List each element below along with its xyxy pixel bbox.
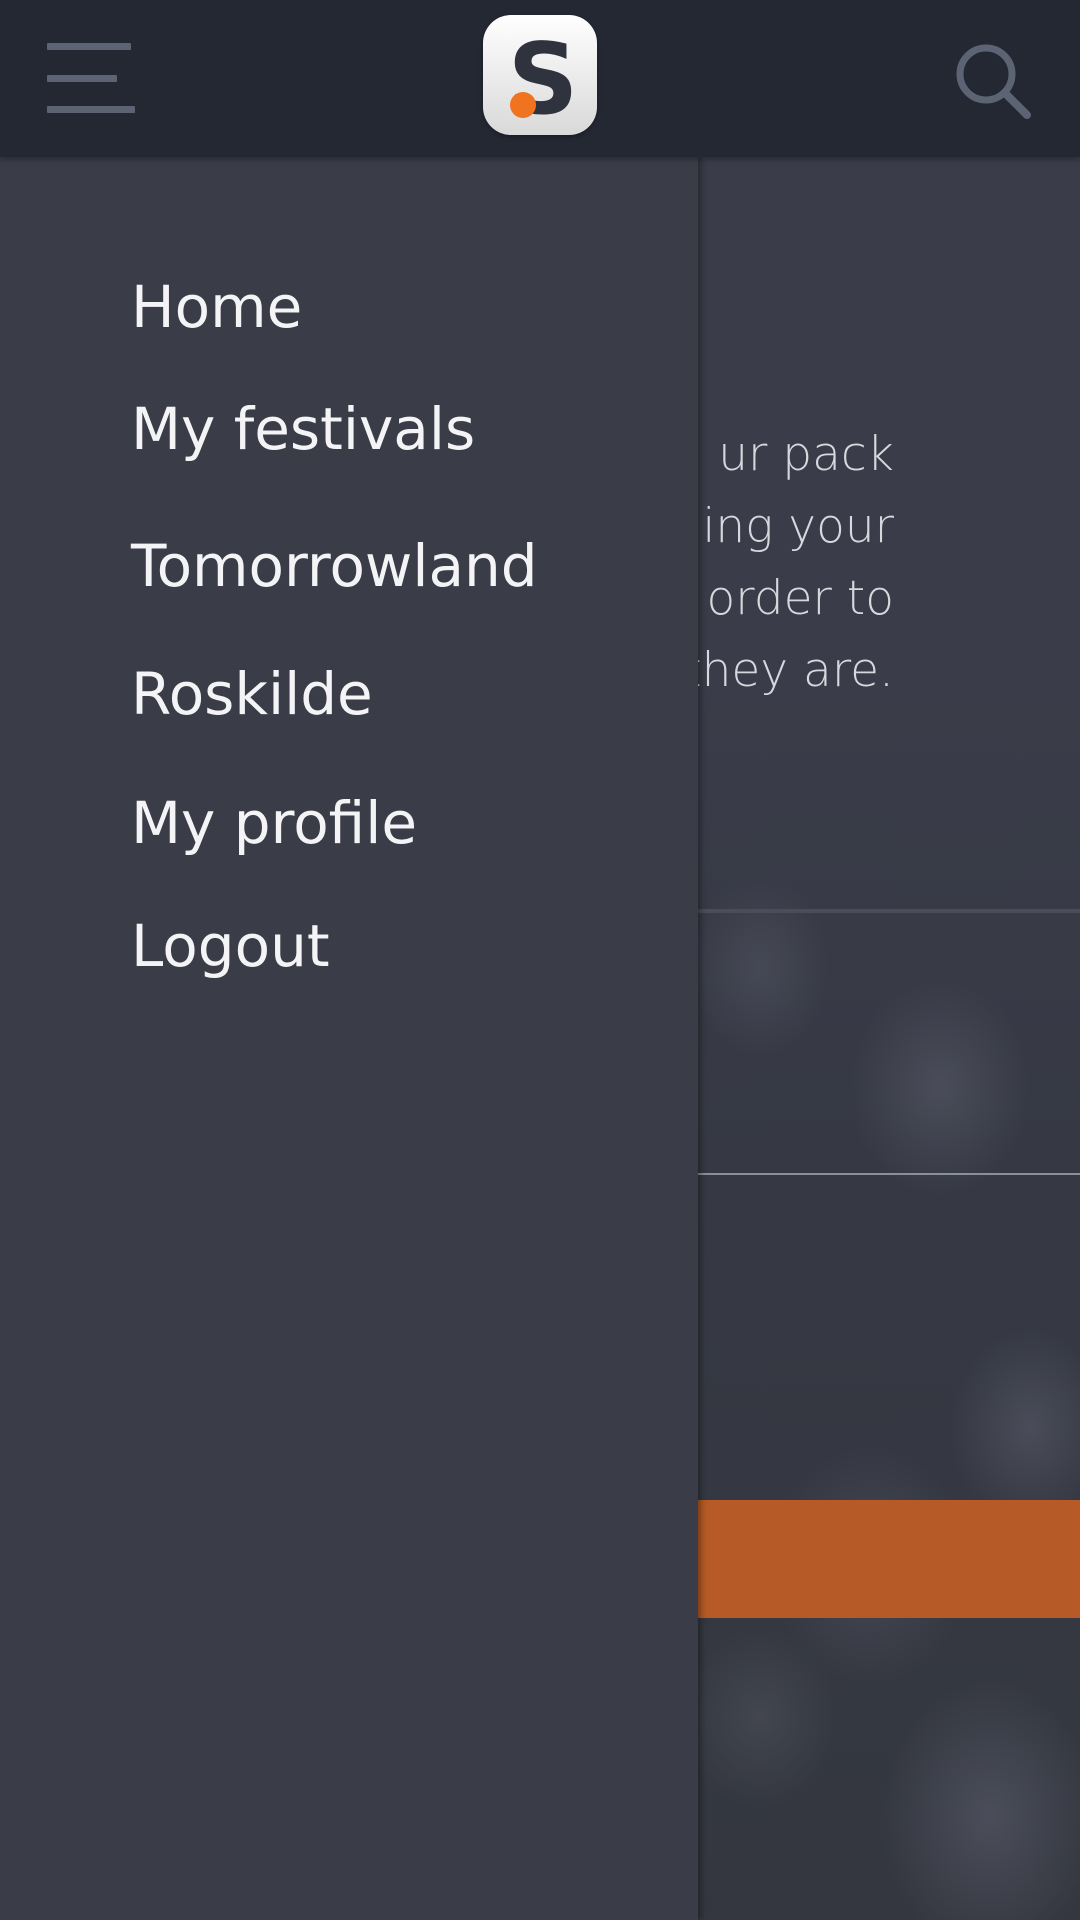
nav-item-logout[interactable]: Logout [131, 911, 330, 981]
nav-item-my-profile[interactable]: My profile [131, 788, 417, 858]
background-action-button[interactable] [697, 1500, 1080, 1618]
background-divider-top [697, 909, 1080, 913]
nav-item-my-festivals[interactable]: My festivals [131, 394, 475, 464]
nav-item-roskilde[interactable]: Roskilde [131, 659, 373, 729]
background-divider [697, 1173, 1080, 1175]
app-logo[interactable]: S [483, 15, 597, 137]
logo-letter: S [508, 23, 579, 135]
navigation-drawer: Home My festivals Tomorrowland Roskilde … [0, 157, 698, 1920]
logo-dot [510, 92, 536, 118]
search-icon[interactable] [955, 43, 1031, 119]
nav-item-home[interactable]: Home [131, 272, 302, 342]
top-app-bar: S [0, 0, 1080, 157]
logo-s-icon: S [508, 23, 579, 137]
hamburger-menu-icon[interactable] [47, 43, 135, 115]
nav-item-tomorrowland[interactable]: Tomorrowland [131, 531, 538, 601]
